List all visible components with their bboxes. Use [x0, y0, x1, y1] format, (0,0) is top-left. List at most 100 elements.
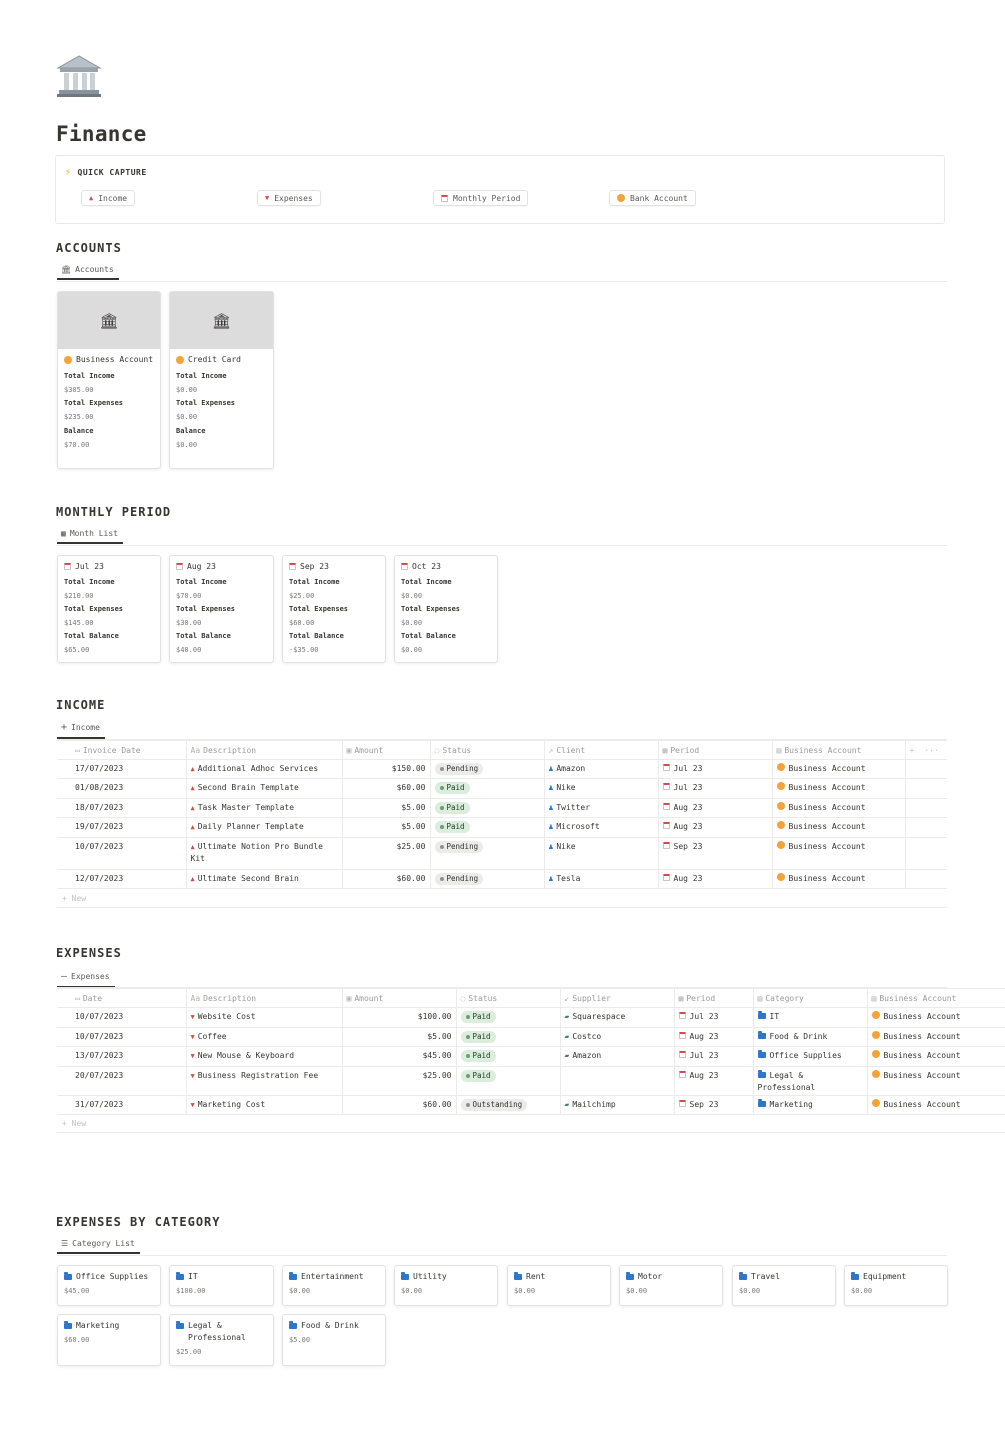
description-cell[interactable]: ▼ Marketing Cost — [186, 1095, 343, 1115]
column-header[interactable]: ▤ Business Account — [772, 740, 906, 760]
income-button[interactable]: ▲ Income — [81, 190, 136, 206]
account-cell[interactable]: Business Account — [772, 869, 906, 889]
category-cell[interactable]: IT — [753, 1007, 868, 1028]
client-cell[interactable]: ♟ Tesla — [544, 869, 659, 889]
table-row[interactable]: 10/07/2023 ▼ Coffee $5.00 Paid ▰ Costco Aug 23 F… — [57, 1027, 1005, 1047]
date-cell[interactable]: 10/07/2023 — [57, 1027, 187, 1047]
month-card[interactable]: Aug 23 Total Income $70.00 Total Expense… — [169, 555, 274, 663]
description-cell[interactable]: ▲ Second Brain Template — [186, 778, 343, 799]
column-header[interactable]: ▣ Amount — [342, 740, 431, 760]
table-row[interactable]: 19/07/2023 ▲ Daily Planner Template $5.00 Pa… — [57, 817, 947, 838]
category-card[interactable]: Utility $0.00 — [394, 1265, 498, 1306]
category-cell[interactable]: Marketing — [753, 1095, 868, 1115]
amount-cell[interactable]: $60.00 — [342, 1095, 457, 1115]
date-cell[interactable]: 01/08/2023 — [57, 778, 187, 799]
description-cell[interactable]: ▼ Business Registration Fee — [186, 1066, 343, 1096]
account-card-business[interactable]: 🏛 Business Account Total Income $305.00 … — [57, 291, 161, 469]
supplier-cell[interactable]: ▰ Mailchimp — [560, 1095, 675, 1115]
date-cell[interactable]: 31/07/2023 — [57, 1095, 187, 1115]
more-icon[interactable]: ··· — [924, 746, 938, 755]
period-cell[interactable]: Aug 23 — [658, 817, 773, 838]
table-row[interactable]: 17/07/2023 ▲ Additional Adhoc Services $150… — [57, 759, 947, 779]
tab-income[interactable]: + Income — [57, 722, 105, 739]
period-cell[interactable]: Aug 23 — [674, 1066, 754, 1096]
status-cell[interactable]: Pending — [430, 869, 545, 889]
category-card[interactable]: Marketing $60.00 — [57, 1314, 161, 1366]
period-cell[interactable]: Jul 23 — [658, 778, 773, 799]
column-header[interactable]: Aa Description — [186, 740, 343, 760]
column-header[interactable]: ▤ Business Account — [867, 988, 1005, 1008]
column-header[interactable]: ▦ Period — [658, 740, 773, 760]
date-cell[interactable]: 10/07/2023 — [57, 1007, 187, 1028]
tab-category-list[interactable]: ☰ Category List — [57, 1239, 140, 1254]
table-row[interactable]: 01/08/2023 ▲ Second Brain Template $60.00 Pa… — [57, 778, 947, 799]
account-cell[interactable]: Business Account — [772, 837, 906, 870]
date-cell[interactable]: 17/07/2023 — [57, 759, 187, 779]
column-header[interactable]: ▦ Period — [674, 988, 754, 1008]
description-cell[interactable]: ▲ Additional Adhoc Services — [186, 759, 343, 779]
plus-icon[interactable]: + — [910, 746, 915, 755]
category-card[interactable]: Food & Drink $5.00 — [282, 1314, 386, 1366]
client-cell[interactable]: ♟ Microsoft — [544, 817, 659, 838]
date-cell[interactable]: 20/07/2023 — [57, 1066, 187, 1096]
date-cell[interactable]: 18/07/2023 — [57, 798, 187, 818]
account-cell[interactable]: Business Account — [867, 1007, 1005, 1028]
period-cell[interactable]: Jul 23 — [674, 1007, 754, 1028]
column-header[interactable]: ▭ Invoice Date — [57, 740, 187, 760]
amount-cell[interactable]: $60.00 — [342, 778, 431, 799]
status-cell[interactable]: Paid — [456, 1066, 561, 1096]
amount-cell[interactable]: $60.00 — [342, 869, 431, 889]
table-row[interactable]: 18/07/2023 ▲ Task Master Template $5.00 Paid… — [57, 798, 947, 818]
month-card[interactable]: Jul 23 Total Income $210.00 Total Expens… — [57, 555, 161, 663]
table-row[interactable]: 12/07/2023 ▲ Ultimate Second Brain $60.00 Pe… — [57, 869, 947, 889]
period-cell[interactable]: Sep 23 — [658, 837, 773, 870]
date-cell[interactable]: 10/07/2023 — [57, 837, 187, 870]
supplier-cell[interactable] — [560, 1066, 675, 1096]
add-column[interactable]: + ··· — [905, 740, 947, 760]
date-cell[interactable]: 19/07/2023 — [57, 817, 187, 838]
amount-cell[interactable]: $5.00 — [342, 817, 431, 838]
period-cell[interactable]: Sep 23 — [674, 1095, 754, 1115]
tab-expenses[interactable]: — Expenses — [57, 971, 115, 988]
status-cell[interactable]: Paid — [456, 1046, 561, 1067]
description-cell[interactable]: ▲ Ultimate Notion Pro Bundle Kit — [186, 837, 343, 870]
category-card[interactable]: Legal & Professional $25.00 — [169, 1314, 274, 1366]
status-cell[interactable]: Paid — [430, 798, 545, 818]
account-cell[interactable]: Business Account — [772, 798, 906, 818]
status-cell[interactable]: Paid — [456, 1007, 561, 1028]
account-cell[interactable]: Business Account — [772, 817, 906, 838]
amount-cell[interactable]: $100.00 — [342, 1007, 457, 1028]
category-card[interactable]: Motor $0.00 — [619, 1265, 723, 1306]
category-card[interactable]: IT $100.00 — [169, 1265, 274, 1306]
account-cell[interactable]: Business Account — [867, 1027, 1005, 1047]
column-header[interactable]: ↙ Supplier — [560, 988, 675, 1008]
category-card[interactable]: Equipment $0.00 — [844, 1265, 948, 1306]
amount-cell[interactable]: $5.00 — [342, 1027, 457, 1047]
client-cell[interactable]: ♟ Nike — [544, 778, 659, 799]
status-cell[interactable]: Paid — [430, 778, 545, 799]
category-card[interactable]: Travel $0.00 — [732, 1265, 836, 1306]
table-row[interactable]: 31/07/2023 ▼ Marketing Cost $60.00 Outstandi… — [57, 1095, 1005, 1115]
date-cell[interactable]: 12/07/2023 — [57, 869, 187, 889]
amount-cell[interactable]: $5.00 — [342, 798, 431, 818]
period-cell[interactable]: Jul 23 — [658, 759, 773, 779]
category-card[interactable]: Rent $0.00 — [507, 1265, 611, 1306]
amount-cell[interactable]: $150.00 — [342, 759, 431, 779]
table-row[interactable]: 10/07/2023 ▲ Ultimate Notion Pro Bundle Ki… — [57, 837, 947, 870]
monthly-period-button[interactable]: Monthly Period — [433, 190, 529, 206]
period-cell[interactable]: Jul 23 — [674, 1046, 754, 1067]
column-header[interactable]: Aa Description — [186, 988, 343, 1008]
description-cell[interactable]: ▲ Ultimate Second Brain — [186, 869, 343, 889]
supplier-cell[interactable]: ▰ Amazon — [560, 1046, 675, 1067]
amount-cell[interactable]: $45.00 — [342, 1046, 457, 1067]
description-cell[interactable]: ▼ New Mouse & Keyboard — [186, 1046, 343, 1067]
account-cell[interactable]: Business Account — [867, 1046, 1005, 1067]
tab-month-list[interactable]: ▦ Month List — [57, 529, 123, 544]
table-row[interactable]: 10/07/2023 ▼ Website Cost $100.00 Paid ▰ Squar… — [57, 1007, 1005, 1028]
client-cell[interactable]: ♟ Nike — [544, 837, 659, 870]
period-cell[interactable]: Aug 23 — [674, 1027, 754, 1047]
account-cell[interactable]: Business Account — [772, 778, 906, 799]
supplier-cell[interactable]: ▰ Squarespace — [560, 1007, 675, 1028]
category-cell[interactable]: Office Supplies — [753, 1046, 868, 1067]
category-card[interactable]: Entertainment $0.00 — [282, 1265, 386, 1306]
